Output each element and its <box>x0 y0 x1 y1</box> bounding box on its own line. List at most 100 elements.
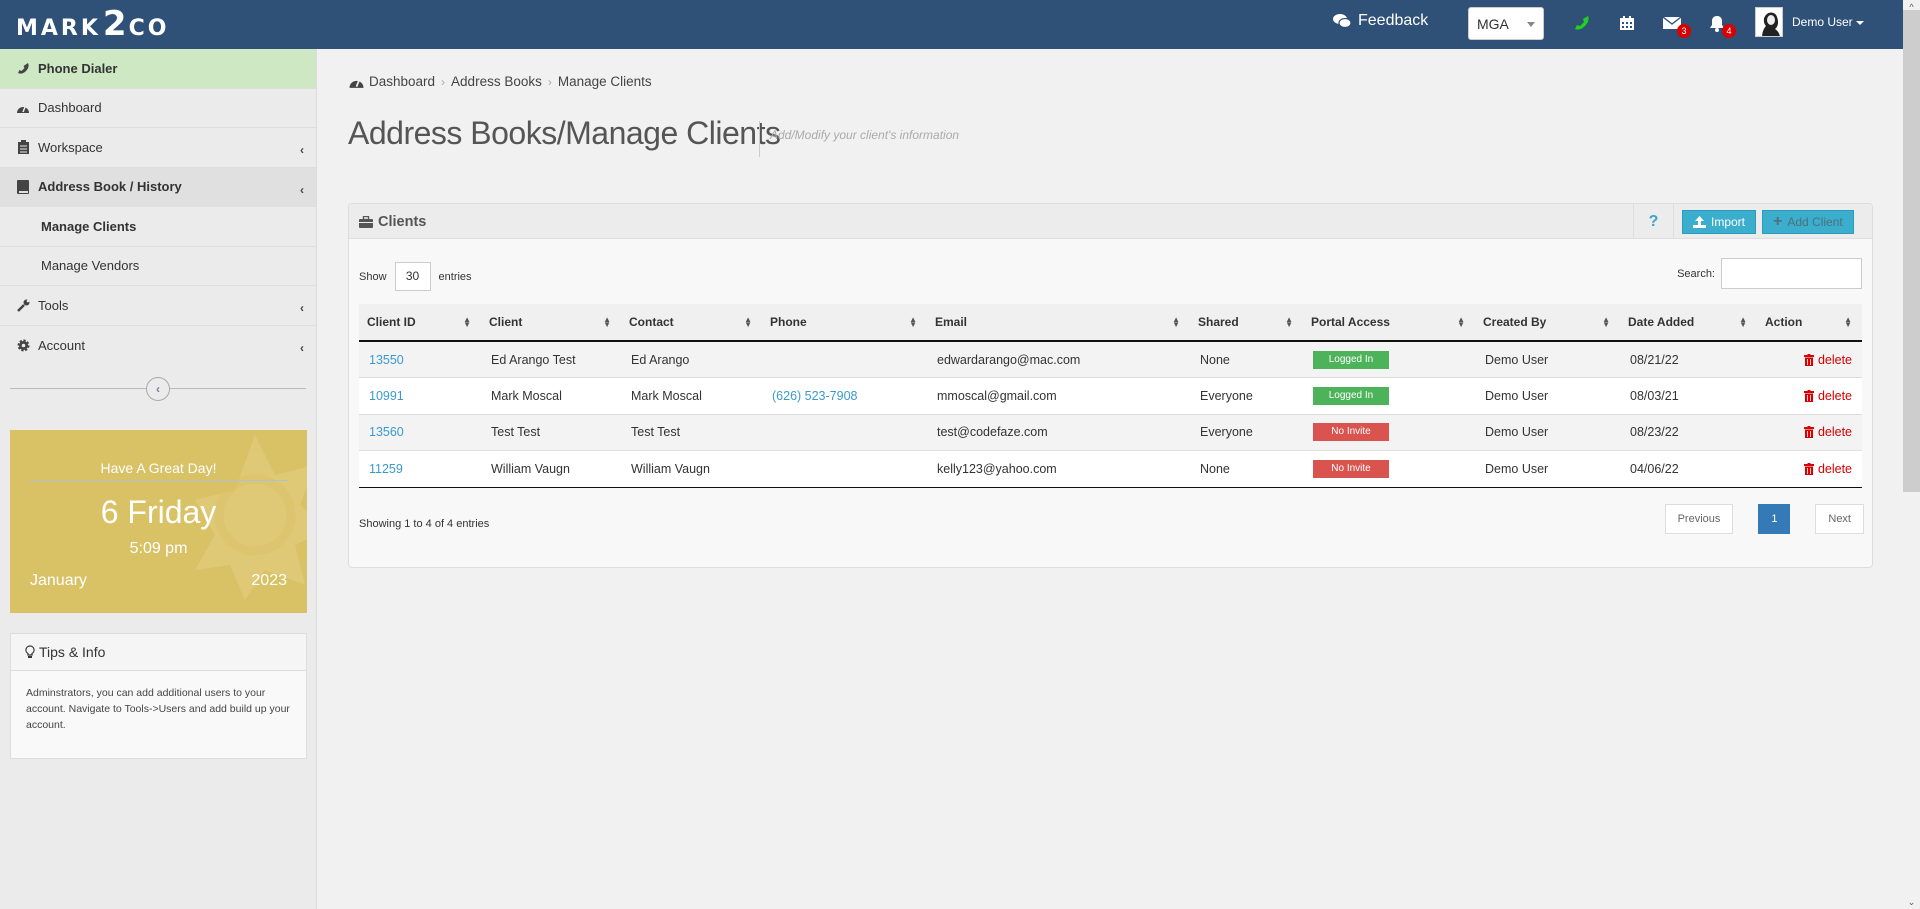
column-header[interactable]: Client ▲ ▼ <box>481 304 621 341</box>
greeting: Have A Great Day! <box>100 460 217 476</box>
time-label: 5:09 pm <box>129 540 188 557</box>
phone-link[interactable]: (626) 523-7908 <box>772 389 857 403</box>
client-id-link[interactable]: 10991 <box>369 389 404 403</box>
sidebar-item-manage-clients[interactable]: Manage Clients <box>0 207 316 247</box>
column-header[interactable]: Phone ▲ ▼ <box>762 304 927 341</box>
column-header[interactable]: Shared ▲ ▼ <box>1190 304 1303 341</box>
sidebar-item-address-book[interactable]: Address Book / History ‹ <box>0 167 316 207</box>
cell-id: 10991 <box>359 378 481 415</box>
sidebar-item-dashboard[interactable]: Dashboard <box>0 89 316 128</box>
sidebar-item-label: Workspace <box>38 139 103 155</box>
scrollbar-thumb[interactable] <box>1903 10 1920 492</box>
question-icon: ? <box>1648 213 1659 230</box>
cell-phone <box>762 414 927 451</box>
column-header[interactable]: Portal Access ▲ ▼ <box>1303 304 1475 341</box>
add-client-label: Add Client <box>1787 215 1843 229</box>
cell-id: 13560 <box>359 414 481 451</box>
column-header[interactable]: Client ID ▲ ▼ <box>359 304 481 341</box>
search-input[interactable] <box>1721 258 1862 289</box>
month-label: January <box>30 572 87 589</box>
day-label: 6 Friday <box>100 494 217 530</box>
dashboard-icon <box>349 80 364 88</box>
calendar-button[interactable] <box>1616 12 1638 34</box>
page-1-button[interactable]: 1 <box>1758 504 1791 534</box>
phone-button[interactable] <box>1571 12 1593 34</box>
org-select[interactable]: MGA <box>1468 7 1544 40</box>
sort-icon: ▲ ▼ <box>1602 315 1610 329</box>
column-header-label: Shared <box>1198 315 1239 329</box>
sidebar-item-account[interactable]: Account ‹ <box>0 326 316 366</box>
tips-title: Tips & Info <box>39 644 106 660</box>
delete-label: delete <box>1817 352 1852 367</box>
delete-button[interactable]: delete <box>1803 425 1852 439</box>
delete-button[interactable]: delete <box>1803 462 1852 476</box>
cell-contact: Mark Moscal <box>631 388 702 403</box>
sort-icon: ▲ ▼ <box>1457 315 1465 329</box>
table-row: 11259 William Vaugn William Vaugn kelly123@… <box>359 450 1862 488</box>
sidebar-item-manage-vendors[interactable]: Manage Vendors <box>0 247 316 286</box>
book-icon <box>16 179 30 194</box>
collapse-sidebar-button[interactable]: ‹ <box>146 377 170 401</box>
help-button[interactable]: ? <box>1633 204 1674 239</box>
previous-button[interactable]: Previous <box>1664 504 1734 534</box>
column-header[interactable]: Email ▲ ▼ <box>927 304 1190 341</box>
sidebar-item-tools[interactable]: Tools ‹ <box>0 286 316 326</box>
client-id-link[interactable]: 13550 <box>369 353 404 367</box>
day-card: Have A Great Day! 6 Friday 5:09 pm Janua… <box>10 430 307 613</box>
phone-icon <box>16 61 30 75</box>
top-navbar: MARK2CO Feedback MGA 3 4 Demo User <box>0 0 1903 49</box>
column-header[interactable]: Created By ▲ ▼ <box>1475 304 1620 341</box>
sidebar-item-workspace[interactable]: Workspace ‹ <box>0 128 316 168</box>
cell-action: delete <box>1757 341 1862 378</box>
entries-length: Show 30 entries <box>359 262 472 291</box>
page-scrollbar[interactable]: ^ ⌄ <box>1903 0 1920 909</box>
breadcrumb-address-books[interactable]: Address Books <box>451 74 542 89</box>
column-header[interactable]: Action ▲ ▼ <box>1757 304 1862 341</box>
user-menu[interactable]: Demo User <box>1792 15 1864 29</box>
entries-select[interactable]: 30 <box>394 262 431 291</box>
messages-button[interactable]: 3 <box>1661 12 1691 38</box>
sidebar-item-label: Phone Dialer <box>38 60 118 76</box>
delete-button[interactable]: delete <box>1803 352 1852 367</box>
table-row: 10991 Mark Moscal Mark Moscal (626) 523-790… <box>359 377 1862 415</box>
next-button[interactable]: Next <box>1815 504 1864 534</box>
cell-created-by: Demo User <box>1485 388 1549 403</box>
sort-icon: ▲ ▼ <box>909 315 917 329</box>
entries-label: entries <box>438 270 472 283</box>
sidebar-item-phone-dialer[interactable]: Phone Dialer <box>0 49 316 89</box>
logo[interactable]: MARK2CO <box>16 7 169 46</box>
column-header[interactable]: Contact ▲ ▼ <box>621 304 762 341</box>
column-header[interactable]: Date Added ▲ ▼ <box>1620 304 1757 341</box>
page-subtitle: Add/Modify your client's information <box>770 128 960 142</box>
clients-panel: Clients ? Import + Add Client Show 30 en… <box>348 203 1873 568</box>
portal-status-badge: No Invite <box>1313 459 1389 478</box>
feedback-label: Feedback <box>1358 12 1429 29</box>
cell-portal: No Invite <box>1303 451 1475 488</box>
add-client-button[interactable]: + Add Client <box>1762 210 1854 234</box>
client-id-link[interactable]: 13560 <box>369 425 404 439</box>
cell-action: delete <box>1757 378 1862 415</box>
client-id-link[interactable]: 11259 <box>369 462 403 476</box>
cell-client: William Vaugn <box>491 461 570 476</box>
breadcrumb-current: Manage Clients <box>557 74 652 89</box>
notifications-button[interactable]: 4 <box>1706 12 1736 38</box>
cell-portal: Logged In <box>1303 378 1475 415</box>
cell-contact: William Vaugn <box>631 461 710 476</box>
tips-panel: Tips & Info Adminstrators, you can add a… <box>10 633 307 759</box>
chevron-down-icon <box>1527 22 1535 27</box>
chevron-left-icon: ‹ <box>300 143 304 157</box>
import-button[interactable]: Import <box>1682 210 1757 234</box>
cell-shared: None <box>1200 461 1230 476</box>
cell-created-by: Demo User <box>1485 461 1549 476</box>
delete-button[interactable]: delete <box>1803 389 1852 403</box>
feedback-button[interactable]: Feedback <box>1332 12 1428 30</box>
scroll-down-icon[interactable]: ⌄ <box>1903 895 1920 909</box>
breadcrumb-dashboard[interactable]: Dashboard <box>369 74 435 89</box>
chevron-right-icon: › <box>547 74 552 89</box>
cell-shared: Everyone <box>1200 425 1253 440</box>
chevron-left-icon: ‹ <box>300 301 304 315</box>
avatar[interactable] <box>1755 7 1783 37</box>
user-photo-icon <box>1762 12 1780 36</box>
comments-icon <box>1333 14 1352 29</box>
table-info: Showing 1 to 4 of 4 entries <box>359 518 490 530</box>
